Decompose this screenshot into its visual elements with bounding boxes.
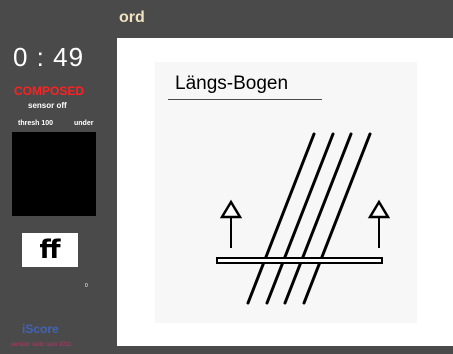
sidebar: 0 : 49 COMPOSED sensor off thresh 100 un…	[0, 0, 114, 354]
cello-strings-icon	[246, 132, 372, 305]
bottom-strip	[114, 346, 453, 354]
dynamic-marking: ff	[39, 235, 61, 265]
under-label[interactable]: under	[74, 120, 93, 127]
brand-logo: iScore	[22, 322, 59, 336]
mode-label[interactable]: COMPOSED	[14, 84, 84, 98]
elapsed-timer: 0 : 49	[13, 42, 85, 72]
dynamic-marking-box: ff	[22, 233, 78, 267]
sensor-display	[12, 132, 96, 216]
version-label: version cello solo 2011	[11, 342, 72, 348]
up-arrow-icon	[219, 199, 243, 248]
instruction-card: Längs-Bogen	[155, 62, 417, 323]
counter-value: 0	[85, 283, 88, 289]
score-panel: Längs-Bogen	[117, 38, 453, 346]
app-window: 0 : 49 COMPOSED sensor off thresh 100 un…	[0, 0, 453, 354]
up-arrow-icon	[367, 199, 391, 248]
threshold-label[interactable]: thresh 100	[18, 120, 53, 127]
bowing-diagram	[216, 132, 391, 305]
sensor-status[interactable]: sensor off	[28, 101, 67, 110]
technique-header: ord	[114, 0, 453, 35]
technique-label: ord	[119, 9, 145, 26]
bow-icon	[216, 257, 383, 264]
